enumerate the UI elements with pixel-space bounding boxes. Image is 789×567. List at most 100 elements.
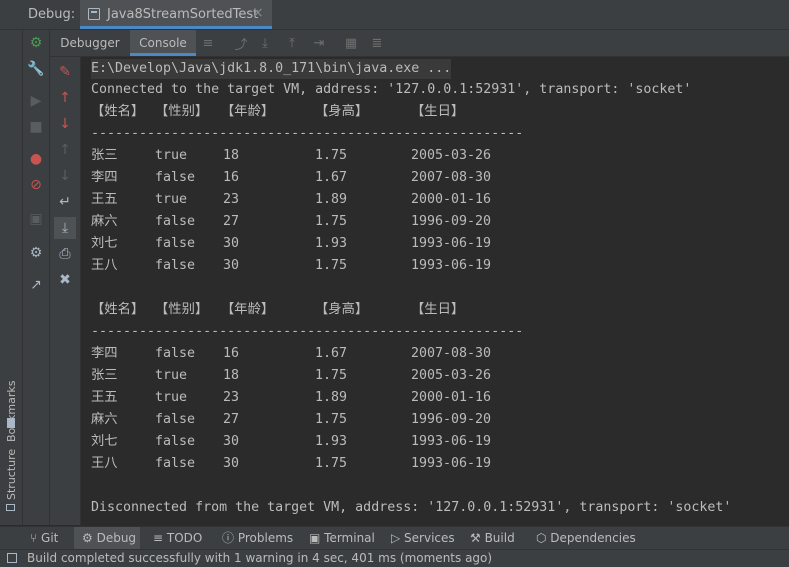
dependencies-tab[interactable]: ⬡ Dependencies — [536, 527, 636, 550]
tab-debugger[interactable]: Debugger — [50, 30, 130, 56]
close-icon[interactable]: × — [252, 5, 264, 21]
git-tab[interactable]: ⑂ Git — [30, 527, 58, 550]
table-cell: false — [155, 346, 196, 361]
table-cell: 30 — [223, 236, 240, 251]
table-cell: 麻六 — [91, 214, 118, 229]
table-cell: 1.67 — [315, 170, 348, 185]
clear-pencil-icon[interactable]: ✎ — [54, 61, 76, 83]
bookmarks-tab[interactable]: Bookmarks — [5, 381, 18, 442]
status-icon[interactable] — [7, 553, 17, 563]
info-icon: ⓘ — [222, 531, 238, 545]
command-line: E:\Develop\Java\jdk1.8.0_171\bin\java.ex… — [91, 59, 452, 79]
table-cell: 麻六 — [91, 412, 118, 427]
table-cell: 1.89 — [315, 390, 348, 405]
table-cell: 1.89 — [315, 192, 348, 207]
table-cell: true — [155, 368, 188, 383]
table-row: 张三 true 18 1.75 2005-03-26 — [91, 366, 691, 386]
session-tab[interactable]: Java8StreamSortedTest × — [80, 0, 272, 29]
stop-icon[interactable]: ■ — [25, 116, 47, 138]
header-cell: 【身高】 — [315, 104, 369, 119]
status-message: Build completed successfully with 1 warn… — [27, 551, 493, 565]
rerun-debug-icon[interactable]: ⚙ — [25, 32, 47, 54]
table-cell: 刘七 — [91, 236, 118, 251]
header-cell: 【姓名】 — [91, 302, 145, 317]
pin-icon[interactable]: ↗ — [25, 274, 47, 296]
table-cell: 王五 — [91, 390, 118, 405]
terminal-icon: ▣ — [309, 531, 325, 545]
settings-icon[interactable]: ⚙ — [25, 242, 47, 264]
console-actions-toolbar: ✎ ↑ ↓ ↑ ↓ ↵ ⤓ ⎙ ✖ — [50, 57, 81, 525]
table-cell: 王八 — [91, 258, 118, 273]
terminal-tab[interactable]: ▣ Terminal — [309, 527, 375, 550]
step-out-icon[interactable]: ⤒ — [283, 34, 301, 52]
bottom-tool-bar: ⑂ Git ⚙ Debug ≡ TODO ⓘ Problems ▣ Termin… — [0, 526, 789, 550]
hammer-icon: ⚒ — [470, 531, 485, 545]
camera-icon[interactable]: ▣ — [25, 208, 47, 230]
table-row: 刘七 false 30 1.93 1993-06-19 — [91, 234, 691, 254]
scroll-to-end-icon[interactable]: ⤓ — [54, 217, 76, 239]
table-cell: 1.93 — [315, 236, 348, 251]
run-to-cursor-icon[interactable]: ⇥ — [310, 34, 328, 52]
table-cell: 1996-09-20 — [411, 214, 492, 229]
table-cell: 30 — [223, 456, 240, 471]
todo-tab[interactable]: ≡ TODO — [153, 527, 202, 550]
table-cell: 张三 — [91, 148, 118, 163]
down-arrow-icon[interactable]: ↓ — [54, 113, 76, 135]
table-cell: 刘七 — [91, 434, 118, 449]
step-over-icon[interactable]: ⤴ — [232, 34, 250, 53]
problems-tab[interactable]: ⓘ Problems — [222, 527, 293, 550]
table-cell: false — [155, 434, 196, 449]
table-cell: 1.75 — [315, 412, 348, 427]
table-row: 王五 true 23 1.89 2000-01-16 — [91, 388, 691, 408]
menu-icon[interactable]: ≡ — [199, 34, 217, 52]
table-cell: 张三 — [91, 368, 118, 383]
table-cell: false — [155, 170, 196, 185]
resume-icon[interactable]: ▶ — [25, 90, 47, 112]
debug-tab[interactable]: ⚙ Debug — [74, 527, 140, 550]
header-cell: 【身高】 — [315, 302, 369, 317]
table-header: 【姓名】 【性别】 【年龄】 【身高】 【生日】 — [91, 102, 691, 122]
table-cell: 2007-08-30 — [411, 346, 492, 361]
print-icon[interactable]: ⎙ — [54, 243, 76, 265]
disconnected-message: Disconnected from the target VM, address… — [91, 500, 732, 515]
table-cell: false — [155, 214, 196, 229]
wrench-icon[interactable]: 🔧 — [25, 58, 47, 80]
structure-icon — [6, 504, 15, 511]
table-cell: 2005-03-26 — [411, 368, 492, 383]
table-cell: 16 — [223, 346, 240, 361]
soft-wrap-icon[interactable]: ↵ — [54, 191, 76, 213]
trace-icon[interactable]: ≣ — [368, 34, 386, 52]
services-tab[interactable]: ▷ Services — [391, 527, 455, 550]
table-cell: false — [155, 236, 196, 251]
table-row: 刘七 false 30 1.93 1993-06-19 — [91, 432, 691, 452]
table-cell: 1.75 — [315, 368, 348, 383]
table-cell: 李四 — [91, 346, 118, 361]
status-bar: Build completed successfully with 1 warn… — [0, 549, 789, 567]
left-tool-strip: Bookmarks Structure — [0, 30, 23, 525]
table-cell: 王五 — [91, 192, 118, 207]
table-row: 王八 false 30 1.75 1993-06-19 — [91, 454, 691, 474]
structure-tab[interactable]: Structure — [5, 449, 18, 500]
table-cell: 2000-01-16 — [411, 192, 492, 207]
build-tab[interactable]: ⚒ Build — [470, 527, 515, 550]
console-output[interactable]: E:\Develop\Java\jdk1.8.0_171\bin\java.ex… — [81, 57, 789, 525]
evaluate-icon[interactable]: ▦ — [342, 34, 360, 52]
up-arrow-icon[interactable]: ↑ — [54, 87, 76, 109]
table-cell: 1993-06-19 — [411, 456, 492, 471]
table-cell: 23 — [223, 192, 240, 207]
mute-breakpoints-icon[interactable]: ⊘ — [25, 174, 47, 196]
table-cell: 23 — [223, 390, 240, 405]
view-breakpoints-icon[interactable]: ● — [25, 148, 47, 170]
step-into-icon[interactable]: ⤓ — [256, 34, 274, 52]
tab-console[interactable]: Console — [130, 30, 196, 56]
table-cell: true — [155, 390, 188, 405]
header-cell: 【性别】 — [155, 302, 209, 317]
table-cell: true — [155, 148, 188, 163]
table-cell: 1.93 — [315, 434, 348, 449]
header-cell: 【姓名】 — [91, 104, 145, 119]
table-cell: false — [155, 258, 196, 273]
table-cell: 2000-01-16 — [411, 390, 492, 405]
table-row: 王八 false 30 1.75 1993-06-19 — [91, 256, 691, 276]
header-cell: 【年龄】 — [221, 302, 275, 317]
trash-icon[interactable]: ✖ — [54, 269, 76, 291]
